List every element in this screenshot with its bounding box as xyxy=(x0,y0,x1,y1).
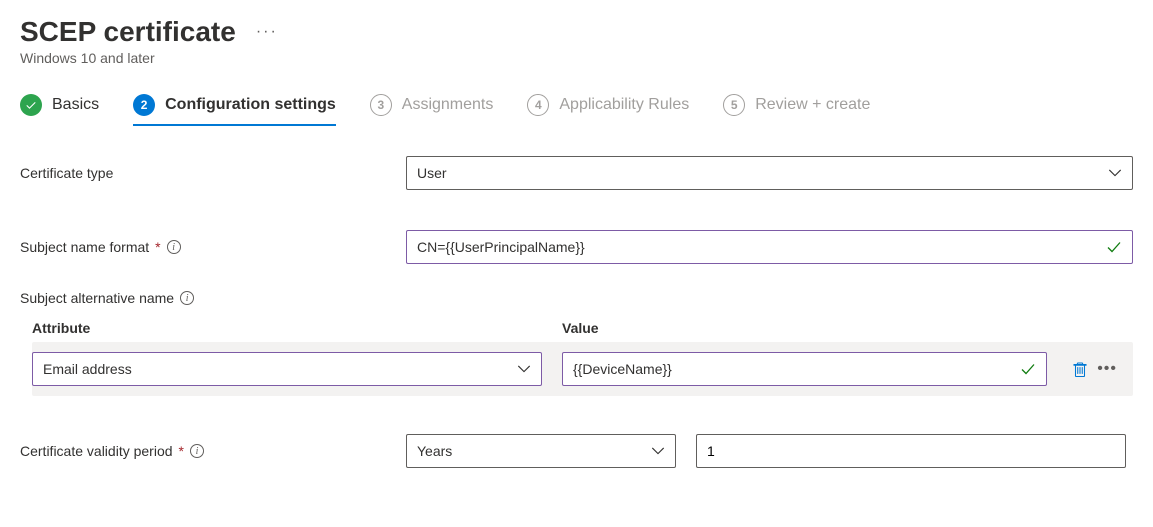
validity-unit-value: Years xyxy=(417,443,452,459)
step-number-badge: 4 xyxy=(527,94,549,116)
required-indicator: * xyxy=(179,443,184,459)
san-row: Email address {{DeviceName}} ••• xyxy=(32,342,1133,396)
subject-name-format-label: Subject name format xyxy=(20,239,149,255)
tab-label: Review + create xyxy=(755,96,870,114)
delete-icon[interactable] xyxy=(1071,360,1089,378)
san-column-attribute: Attribute xyxy=(32,320,542,336)
chevron-down-icon xyxy=(517,362,531,376)
chevron-down-icon xyxy=(1108,166,1122,180)
step-number-badge: 2 xyxy=(133,94,155,116)
validity-unit-select[interactable]: Years xyxy=(406,434,676,468)
san-attribute-value: Email address xyxy=(43,361,132,377)
tab-assignments[interactable]: 3 Assignments xyxy=(370,94,494,126)
wizard-tabs: Basics 2 Configuration settings 3 Assign… xyxy=(20,94,1133,126)
tab-configuration-settings[interactable]: 2 Configuration settings xyxy=(133,94,336,126)
info-icon[interactable]: i xyxy=(180,291,194,305)
step-number-badge: 3 xyxy=(370,94,392,116)
info-icon[interactable]: i xyxy=(190,444,204,458)
san-label: Subject alternative name xyxy=(20,290,174,306)
subject-name-format-value: CN={{UserPrincipalName}} xyxy=(417,239,585,255)
validation-check-icon xyxy=(1106,239,1122,255)
certificate-type-select[interactable]: User xyxy=(406,156,1133,190)
san-attribute-select[interactable]: Email address xyxy=(32,352,542,386)
validity-value-input[interactable] xyxy=(696,434,1126,468)
info-icon[interactable]: i xyxy=(167,240,181,254)
validity-period-label: Certificate validity period xyxy=(20,443,173,459)
step-number-badge: 5 xyxy=(723,94,745,116)
certificate-type-value: User xyxy=(417,165,447,181)
page-subtitle: Windows 10 and later xyxy=(20,50,1133,66)
san-column-value: Value xyxy=(562,320,1133,336)
san-value-text: {{DeviceName}} xyxy=(573,361,672,377)
tab-label: Basics xyxy=(52,96,99,114)
tab-basics[interactable]: Basics xyxy=(20,94,99,126)
required-indicator: * xyxy=(155,239,160,255)
tab-label: Assignments xyxy=(402,96,494,114)
tab-review-create[interactable]: 5 Review + create xyxy=(723,94,870,126)
tab-applicability-rules[interactable]: 4 Applicability Rules xyxy=(527,94,689,126)
chevron-down-icon xyxy=(651,444,665,458)
row-more-icon[interactable]: ••• xyxy=(1093,358,1121,380)
validation-check-icon xyxy=(1020,361,1036,377)
check-icon xyxy=(20,94,42,116)
tab-label: Configuration settings xyxy=(165,96,336,114)
certificate-type-label: Certificate type xyxy=(20,165,113,181)
san-value-input[interactable]: {{DeviceName}} xyxy=(562,352,1047,386)
subject-name-format-input[interactable]: CN={{UserPrincipalName}} xyxy=(406,230,1133,264)
tab-label: Applicability Rules xyxy=(559,96,689,114)
more-actions-icon[interactable]: ··· xyxy=(252,19,282,45)
page-title: SCEP certificate xyxy=(20,16,236,48)
